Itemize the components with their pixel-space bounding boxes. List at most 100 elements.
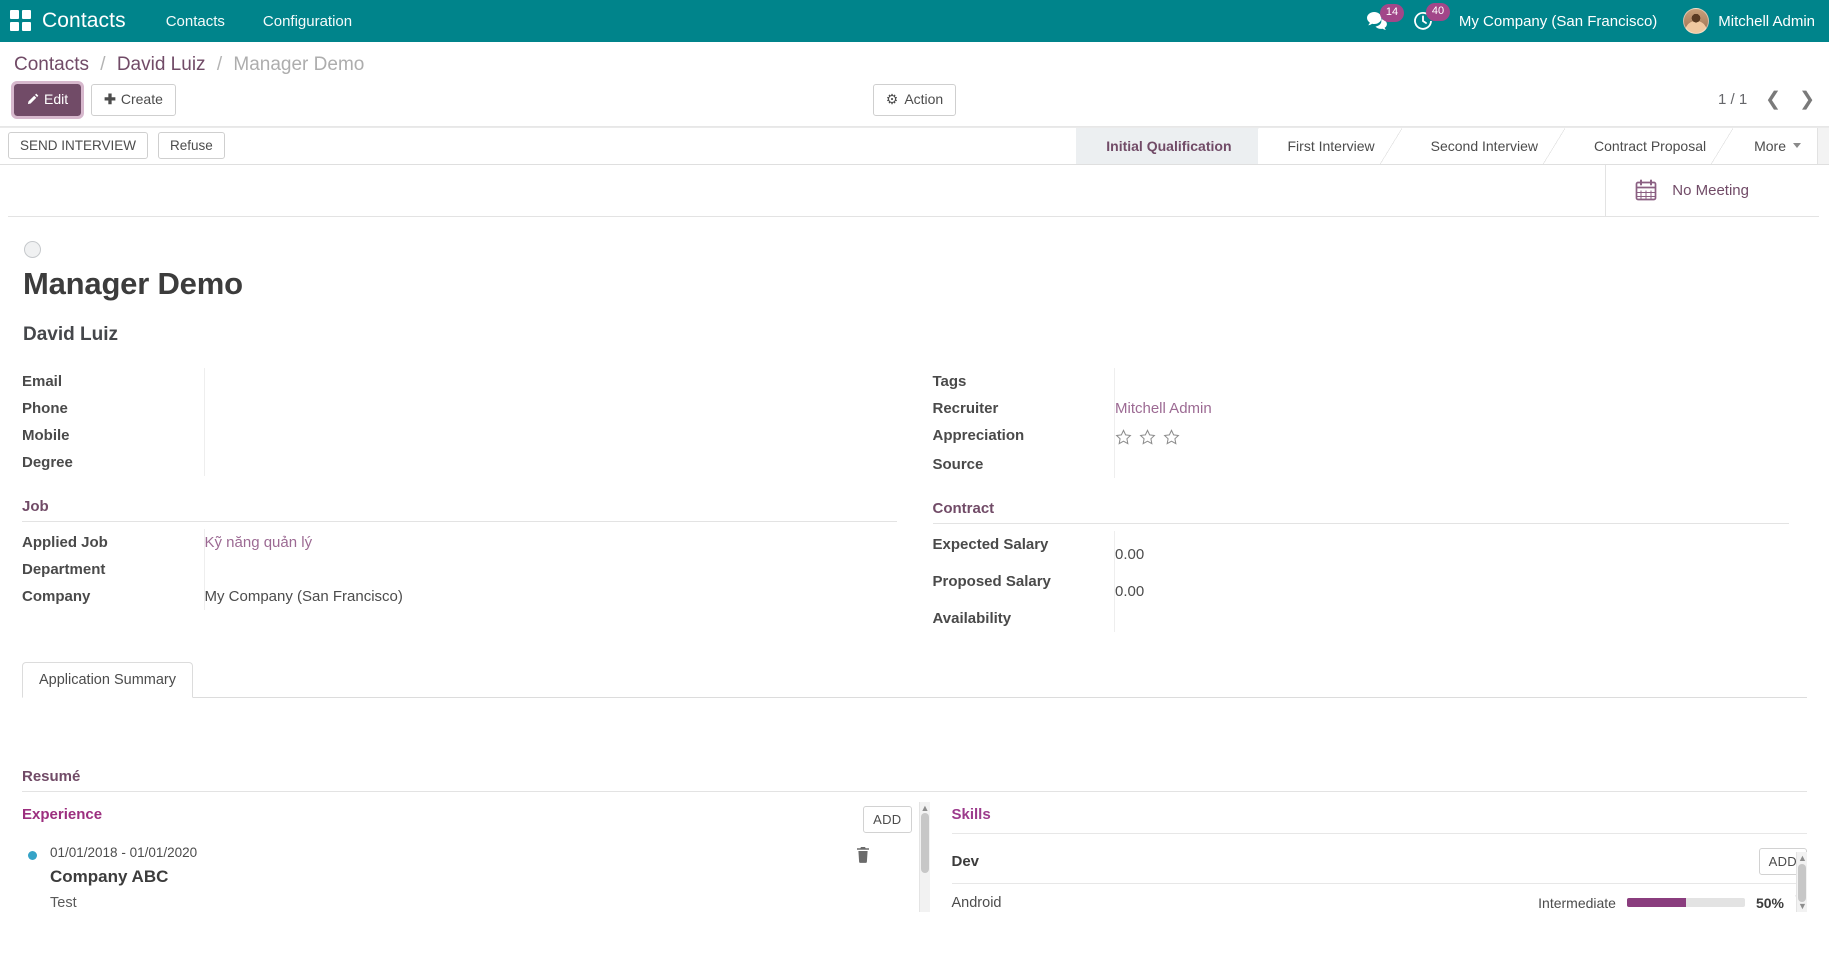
field-row-availability: Availability (933, 605, 1790, 632)
field-label-recruiter: Recruiter (933, 395, 1115, 422)
create-button[interactable]: ✚ Create (91, 84, 176, 116)
nav-item-configuration[interactable]: Configuration (263, 13, 352, 30)
experience-add-button[interactable]: ADD (863, 806, 911, 833)
field-value-recruiter[interactable]: Mitchell Admin (1115, 400, 1212, 417)
field-label-company: Company (22, 583, 204, 610)
action-button-wrapper: ⚙Action (0, 84, 1829, 116)
scrollbar-thumb[interactable] (921, 813, 929, 873)
experience-scrollbar[interactable]: ▲ (919, 802, 930, 912)
skill-level-label: Intermediate (1538, 895, 1616, 911)
trash-icon[interactable] (856, 847, 870, 867)
notebook: Application Summary (22, 662, 1807, 760)
stage-initial-qualification[interactable]: Initial Qualification (1076, 128, 1257, 164)
form-groups: Email Phone Mobile Degree (22, 368, 1807, 632)
stage-first-interview[interactable]: First Interview (1258, 128, 1401, 164)
field-value-department[interactable] (204, 556, 897, 583)
field-value-expected-salary[interactable]: 0.00 (1115, 536, 1144, 563)
field-value-availability[interactable] (1115, 605, 1790, 632)
field-label-tags: Tags (933, 368, 1115, 395)
no-meeting-stat-button[interactable]: No Meeting (1605, 165, 1819, 216)
breadcrumb-parent[interactable]: David Luiz (117, 54, 206, 75)
form-column-left: Email Phone Mobile Degree (22, 368, 915, 632)
field-row-tags: Tags (933, 368, 1790, 395)
field-value-mobile[interactable] (204, 422, 897, 449)
app-brand-title[interactable]: Contacts (42, 9, 126, 33)
contract-fields-table: Expected Salary 0.00 Proposed Salary 0.0… (933, 531, 1790, 632)
experience-header: Experience ADD (22, 806, 912, 833)
field-value-proposed-salary[interactable]: 0.00 (1115, 573, 1144, 600)
skills-scrollbar[interactable]: ▲ ▼ (1796, 852, 1807, 912)
user-menu[interactable]: Mitchell Admin (1683, 8, 1815, 34)
user-name-label: Mitchell Admin (1718, 13, 1815, 30)
top-navbar: Contacts Contacts Configuration 14 40 My… (0, 0, 1829, 42)
stage-more-dropdown[interactable]: More (1732, 128, 1817, 164)
statusbar-scrollbar[interactable] (1817, 128, 1829, 164)
star-icon-2[interactable] (1139, 429, 1156, 446)
messages-icon[interactable]: 14 (1367, 12, 1387, 30)
field-value-company[interactable]: My Company (San Francisco) (204, 583, 897, 610)
field-value-tags[interactable] (1115, 368, 1790, 395)
send-interview-button[interactable]: SEND INTERVIEW (8, 132, 148, 159)
field-label-mobile: Mobile (22, 422, 204, 449)
calendar-icon (1634, 178, 1658, 202)
field-value-source[interactable] (1115, 451, 1790, 478)
skill-group-header: Dev ADD (952, 834, 1808, 875)
scroll-up-icon[interactable]: ▲ (921, 803, 930, 813)
priority-circle-icon[interactable] (24, 241, 41, 258)
chevron-right-icon[interactable]: ❯ (1799, 88, 1815, 111)
star-icon-3[interactable] (1163, 429, 1180, 446)
field-row-department: Department (22, 556, 897, 583)
scroll-down-icon[interactable]: ▼ (1798, 901, 1807, 911)
experience-section-label: Experience (22, 806, 102, 823)
experience-company-name[interactable]: Company ABC (50, 867, 912, 887)
action-button[interactable]: ⚙Action (873, 84, 956, 116)
refuse-button[interactable]: Refuse (158, 132, 225, 159)
skills-section-label: Skills (952, 806, 1808, 823)
group-title-contract: Contract (933, 500, 1790, 524)
scrollbar-thumb[interactable] (1798, 864, 1806, 902)
control-panel: Contacts / David Luiz / Manager Demo Edi… (0, 42, 1829, 127)
field-row-phone: Phone (22, 395, 897, 422)
contact-fields-table: Email Phone Mobile Degree (22, 368, 897, 476)
edit-button[interactable]: Edit (14, 84, 81, 116)
apps-grid-icon[interactable] (10, 10, 32, 32)
breadcrumb-root[interactable]: Contacts (14, 54, 89, 75)
nav-item-contacts[interactable]: Contacts (166, 13, 225, 30)
skill-name-label: Android (952, 895, 1002, 911)
notebook-page-application-summary[interactable] (22, 698, 1807, 760)
skill-row: Android Intermediate 50% (952, 884, 1808, 912)
field-label-source: Source (933, 451, 1115, 478)
tab-application-summary[interactable]: Application Summary (22, 662, 193, 698)
field-row-company: Company My Company (San Francisco) (22, 583, 897, 610)
field-row-appreciation: Appreciation (933, 422, 1790, 451)
chevron-left-icon[interactable]: ❮ (1765, 88, 1781, 111)
field-value-degree[interactable] (204, 449, 897, 476)
field-row-expected-salary: Expected Salary 0.00 (933, 531, 1790, 568)
field-row-recruiter: Recruiter Mitchell Admin (933, 395, 1790, 422)
form-sheet: Manager Demo David Luiz Email Phone Mobi… (0, 217, 1829, 632)
create-button-label: Create (121, 91, 163, 107)
field-value-email[interactable] (204, 368, 897, 395)
field-row-applied-job: Applied Job Kỹ năng quản lý (22, 529, 897, 556)
company-switcher[interactable]: My Company (San Francisco) (1459, 13, 1657, 30)
page-title: Manager Demo (23, 266, 1807, 302)
stage-contract-proposal[interactable]: Contract Proposal (1564, 128, 1732, 164)
plus-icon: ✚ (104, 91, 116, 107)
field-label-applied-job: Applied Job (22, 529, 204, 556)
activity-clock-icon[interactable]: 40 (1413, 11, 1433, 31)
job-fields-table: Applied Job Kỹ năng quản lý Department C… (22, 529, 897, 610)
field-row-degree: Degree (22, 449, 897, 476)
field-row-source: Source (933, 451, 1790, 478)
field-value-applied-job[interactable]: Kỹ năng quản lý (205, 534, 313, 551)
scroll-up-icon[interactable]: ▲ (1798, 853, 1807, 863)
field-label-availability: Availability (933, 605, 1115, 632)
breadcrumb-current: Manager Demo (233, 54, 364, 75)
star-icon-1[interactable] (1115, 429, 1132, 446)
gear-icon: ⚙ (886, 91, 899, 107)
stage-label: Second Interview (1431, 138, 1538, 154)
skill-group-dev: Dev ADD (952, 833, 1808, 884)
breadcrumb-separator-1: / (100, 54, 105, 75)
activities-count-badge: 40 (1426, 3, 1450, 21)
stage-second-interview[interactable]: Second Interview (1401, 128, 1564, 164)
field-value-phone[interactable] (204, 395, 897, 422)
